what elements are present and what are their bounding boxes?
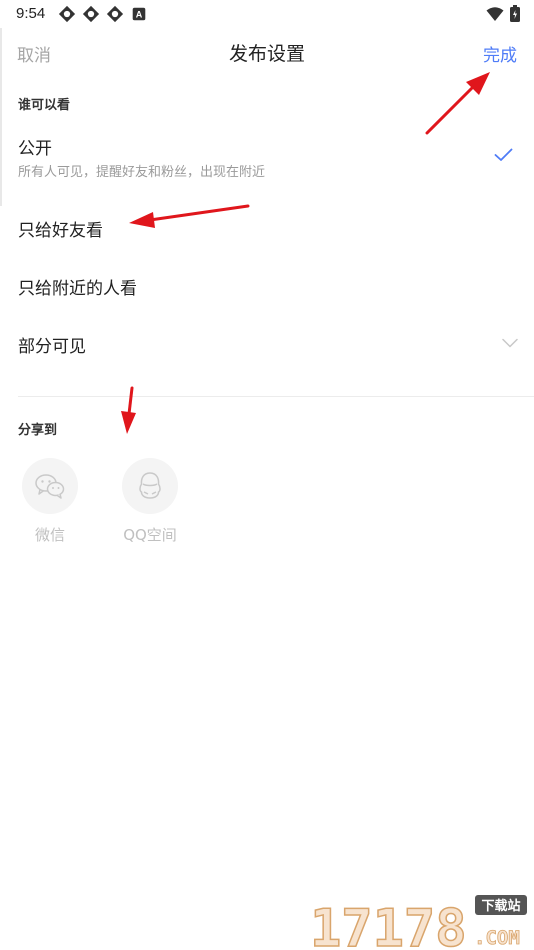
status-bar: 9:54 A <box>0 0 534 28</box>
wechat-icon <box>35 474 65 499</box>
share-qzone[interactable]: QQ空间 <box>114 458 186 545</box>
app-notification-icon <box>82 5 100 23</box>
option-public-subtitle: 所有人可见，提醒好友和粉丝，出现在附近 <box>18 165 266 180</box>
chevron-down-icon <box>502 338 518 348</box>
share-wechat-label: 微信 <box>34 526 65 544</box>
share-qzone-label: QQ空间 <box>123 526 177 544</box>
nav-bar: 取消 发布设置 完成 <box>0 28 534 76</box>
check-icon <box>494 148 513 161</box>
wifi-icon <box>486 6 504 21</box>
a-badge-letter: A <box>136 10 143 20</box>
page-title: 发布设置 <box>228 43 305 65</box>
system-icons <box>486 5 520 22</box>
qzone-icon <box>139 472 161 499</box>
option-nearby-only[interactable]: 只给附近的人看 <box>0 262 534 308</box>
share-wechat-circle <box>22 458 78 514</box>
option-friends-only[interactable]: 只给好友看 <box>0 204 534 250</box>
watermark-logo: 17178 下载站 .COM <box>309 888 530 950</box>
status-time: 9:54 <box>16 5 46 22</box>
annotation-arrow <box>425 72 490 135</box>
done-button[interactable]: 完成 <box>483 41 517 66</box>
option-partial-visible-label: 部分可见 <box>18 337 86 357</box>
watermark-number: 17178 <box>310 899 467 950</box>
watermark-suffix: .COM <box>474 927 520 949</box>
section-divider <box>18 396 534 397</box>
visibility-section-label: 谁可以看 <box>18 98 71 113</box>
battery-icon <box>510 5 520 22</box>
share-wechat[interactable]: 微信 <box>14 458 86 545</box>
notification-icons: A <box>58 5 148 23</box>
option-nearby-only-label: 只给附近的人看 <box>18 279 137 299</box>
watermark-label: 下载站 <box>481 898 520 914</box>
share-qzone-circle <box>122 458 178 514</box>
a-badge-icon: A <box>132 7 146 21</box>
option-public[interactable]: 公开 所有人可见，提醒好友和粉丝，出现在附近 <box>0 126 534 188</box>
option-partial-visible[interactable]: 部分可见 <box>0 320 534 366</box>
annotation-arrow <box>121 386 136 434</box>
app-notification-icon <box>58 5 76 23</box>
option-public-label: 公开 <box>18 139 52 159</box>
share-section-label: 分享到 <box>18 423 58 438</box>
option-friends-only-label: 只给好友看 <box>18 221 103 241</box>
app-notification-icon <box>106 5 124 23</box>
